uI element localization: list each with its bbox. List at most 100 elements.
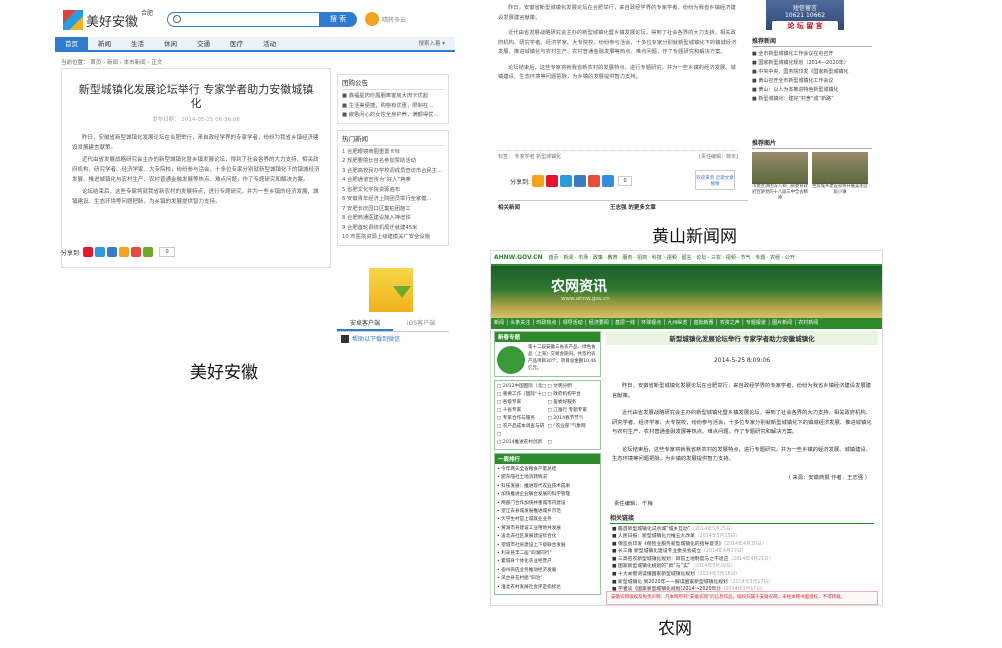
topic-link[interactable]: □ 政府机构平台 (548, 391, 599, 399)
tab-android[interactable]: 安卓客户端 (337, 318, 393, 331)
rank-item[interactable]: • 望江去县城发展推进城乡示范 (497, 508, 598, 516)
nav-item[interactable]: 医疗 (220, 37, 253, 50)
kaixin-icon[interactable] (119, 247, 130, 257)
related-link[interactable]: ■ 国家新型城镇化规划的“新”与“实”（2014年3月29日） (612, 563, 878, 571)
kaixin-icon[interactable] (532, 175, 545, 187)
related-link[interactable]: ■ 人民日报：新型城镇化力推五大改革（2014年5月15日） (612, 533, 878, 541)
hot-news-item[interactable]: 7 安肥长庆园口区集拍团施工 (342, 205, 444, 215)
renren-icon[interactable] (107, 247, 118, 257)
topic-link[interactable]: □ 2012中国国际（北□ (497, 383, 548, 391)
rank-item[interactable]: • 黄湖市县建设工业用地共发展 (497, 525, 598, 533)
hot-news-item[interactable]: 10 市医院资源上级建模关广安全设施 (342, 233, 444, 243)
qzone-icon[interactable] (95, 247, 106, 257)
nav-item[interactable]: 活动 (253, 37, 286, 50)
rank-item[interactable]: • 凌北去社区发展建设综合化 (497, 533, 598, 541)
topic-link[interactable]: □ 2014春节节气 (548, 415, 599, 423)
hot-news-item[interactable]: 3 合肥高校民办学校调成员查访市合民主... (342, 167, 444, 177)
photo-caption[interactable]: 市委宣讲团深入祁门县委县政府宣讲党的十八届三中全会精神 (752, 184, 808, 202)
nav-right-link[interactable]: 搜索入着 ▾ (408, 37, 455, 50)
notice-item[interactable]: ■ 鑫福星肉价露胭离客房大肉卡优起 (342, 92, 444, 102)
related-link[interactable]: ■ 十大关键词读懂国家新型城镇化规划（2014年3月18日） (612, 571, 878, 579)
rec-item[interactable]: ■ 中央中央、国务院印发《国家新型城镇化 (752, 68, 872, 77)
rec-item[interactable]: ■ 全市新型城镇化工作会议在屯召开 (752, 50, 872, 59)
message-board[interactable]: 短信留言 10621 10662 论 坛 留 言 (766, 0, 844, 31)
rank-item[interactable]: • 淮北农村发展社会评定指标达 (497, 584, 598, 592)
main-nav: 首页 新闻 生活 休闲 交通 医疗 活动 搜索入着 ▾ (55, 37, 455, 52)
hot-news-item[interactable]: 2 规肥要院长自名参加赞助活动 (342, 157, 444, 167)
topic-link[interactable]: □ 农产品成本调查与研□ (497, 423, 548, 439)
nav-item[interactable]: 休闲 (154, 37, 187, 50)
nav-item[interactable]: 新闻 (88, 37, 121, 50)
related-link[interactable]: ■ 新型城镇化 到2020年——解读国家新型城镇化规划（2014年3月17日） (612, 579, 878, 587)
rank-item[interactable]: • 肥东隔社土地流转情况 (497, 474, 598, 482)
topic-link[interactable]: □ 各级专家 (497, 399, 548, 407)
notice-item[interactable]: ■ 生活美便捷，购物有优惠，限制在... (342, 102, 444, 112)
nav-item[interactable]: 交通 (187, 37, 220, 50)
topic-link[interactable]: □ 重要工作（国际“十□ (497, 391, 548, 399)
topic-link[interactable]: □ 江淮行 专题专家 (548, 407, 599, 415)
ad-box[interactable]: 欢迎来到 近期文章搜精 (695, 170, 735, 190)
hot-news-item[interactable]: 5 省肥文化学院资源遍布 (342, 186, 444, 196)
weibo-icon[interactable] (83, 247, 94, 257)
top-links[interactable]: 首页 · 新闻 · 市场 · 政策 · 教育 · 服务 · 招商 · 科技 · … (549, 254, 795, 261)
site-name[interactable]: AHNW.GOV.CN (494, 254, 543, 261)
rec-item[interactable]: ■ 新型城镇化：建好“村舍”成“新路” (752, 95, 872, 104)
city-selector[interactable]: 合肥 (141, 8, 153, 17)
article-paragraph: 近代由省发展战略研究会主办的新型城镇化暨乡镇发展论坛，得到了社会各界的大力支持，… (72, 157, 320, 183)
rank-item[interactable]: • 大学生村官上城就业业务 (497, 516, 598, 524)
rank-item[interactable]: • 凤台县在村组“四治” (497, 575, 598, 583)
tags[interactable]: 标签： 专家学者 新型城镇化 (498, 153, 561, 160)
topic-link[interactable]: □ 居委好服务 (548, 399, 599, 407)
channel-nav[interactable]: 新闻 │ 头条关注 │ 时政热点 │ 领导活动 │ 经济要闻 │ 基层一线 │ … (491, 318, 882, 329)
weibo-icon[interactable] (546, 175, 559, 187)
hot-news-item[interactable]: 1 合肥眼镜商圈重置卡标 (342, 148, 444, 158)
topic-link[interactable]: □ “农业部”气象网 (548, 423, 599, 439)
hot-news-item[interactable]: 9 合肥首轮县统机局迁就建45米 (342, 224, 444, 234)
hot-news-item[interactable]: 4 合肥通道宣传为“好人”蒋拳 (342, 176, 444, 186)
related-link[interactable]: ■ 三高密农新型城镇化规划：目前土地制度与之不适应（2014年4月21日） (612, 556, 878, 564)
tencent-weibo-icon[interactable] (131, 247, 142, 257)
related-link[interactable]: ■ 瞻首新型城镇化试点城“城乡互动”（2014年5月25日） (612, 526, 878, 534)
tab-ios[interactable]: iOS客户端 (393, 318, 449, 331)
renren-icon[interactable] (560, 175, 573, 187)
nav-item[interactable]: 首页 (55, 37, 88, 50)
rank-item[interactable]: • 利辛县丰二届“四湖同行” (497, 550, 598, 558)
nav-item[interactable]: 生活 (121, 37, 154, 50)
rank-item[interactable]: • 望城市社县建设上下级联合发展 (497, 542, 598, 550)
rank-item[interactable]: • 霍城县个体化农业经营户 (497, 558, 598, 566)
app-promo-banner[interactable] (369, 268, 413, 312)
download-link[interactable]: 帮助以下载到微信 (341, 334, 400, 343)
share-count: 0 (618, 176, 633, 186)
rec-item[interactable]: ■ 国家新型城镇化规划（2014—2020年） (752, 59, 872, 68)
topic-link[interactable]: □ 2014推进农村创新 (497, 439, 548, 447)
banner: 农网资讯 www.ahnw.gov.cn (491, 266, 882, 318)
more-title[interactable]: 王志强 的更多文章 (610, 203, 656, 211)
related-link[interactable]: ■ 保监会印发《保险业服务新型城镇化的指导意见》（2014年4月30日） (612, 541, 878, 549)
more-share-icon[interactable] (602, 175, 615, 187)
rec-item[interactable]: ■ 黄山召开全市新型城镇化工作会议 (752, 77, 872, 86)
notice-item[interactable]: ■ 疲惫闲心的女性全身护养，满额得优... (342, 111, 444, 121)
tencent-icon[interactable] (588, 175, 601, 187)
news-photo[interactable] (752, 152, 808, 184)
topic-link[interactable]: □ 十省专家 (497, 407, 548, 415)
search-button[interactable]: 搜 索 (319, 12, 357, 27)
photo-caption[interactable]: 住房城乡建设部将开展美丽宜居小镇 (812, 184, 868, 202)
rank-item[interactable]: • 加快推进企业联合发展的科学管理 (497, 491, 598, 499)
topic-link[interactable]: □ 专家合作与服务 (497, 415, 548, 423)
rec-item[interactable]: ■ 黄山：以人为本推进特色新型城镇化 (752, 86, 872, 95)
hot-news-item[interactable]: 8 合肥商通医建设施入神增铁 (342, 214, 444, 224)
topic-link[interactable]: □ 文明分明 (548, 383, 599, 391)
forum-button[interactable]: 论 坛 留 言 (772, 21, 838, 31)
news-photo[interactable] (812, 152, 868, 184)
share-bar: 分享到: 0 (61, 247, 176, 257)
hot-news-item[interactable]: 6 安徽青年经济上院团员举行全家健... (342, 195, 444, 205)
qzone-icon[interactable] (574, 175, 587, 187)
site-logo[interactable]: 美好安徽 (63, 10, 138, 30)
rank-item[interactable]: • 科技发展：推进现代农业技术成果 (497, 483, 598, 491)
topic-link[interactable]: □ (548, 439, 599, 447)
rank-item[interactable]: • 两部门合作加快并重城市内建设 (497, 500, 598, 508)
related-link[interactable]: ■ 长三角 新型城镇化建设专业委员会成立（2014年4月27日） (612, 548, 878, 556)
rank-item[interactable]: • 宿州商店业务推动经济发展 (497, 567, 598, 575)
more-share-icon[interactable] (143, 247, 154, 257)
rank-item[interactable]: • 今年两天全省粮食产量总结 (497, 466, 598, 474)
